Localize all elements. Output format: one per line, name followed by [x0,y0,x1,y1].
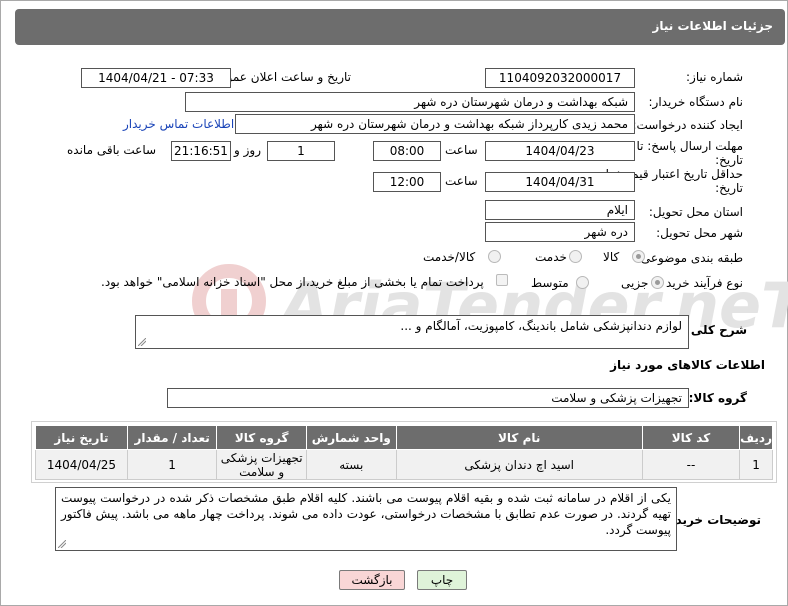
announce-field[interactable]: 1404/04/21 - 07:33 [81,68,231,88]
resize-handle-icon[interactable] [58,540,66,548]
goods-group-field[interactable]: تجهیزات پزشکی و سلامت [167,388,689,408]
cell-unit: بسته [305,449,397,480]
cell-row-number: 1 [739,449,773,480]
days-label: روز و [234,143,261,157]
remaining-label: ساعت باقی مانده [67,143,157,157]
process-radio-medium[interactable] [576,276,589,289]
category-radio-goods[interactable] [632,250,645,263]
creator-field[interactable]: محمد زیدی کارپرداز شبکه بهداشت و درمان ش… [235,114,635,134]
province-label: استان محل تحویل: [648,205,743,219]
summary-text: لوازم دندانپزشکی شامل باندینگ، کامپوزیت،… [400,319,682,333]
resize-handle-icon[interactable] [138,338,146,346]
validity-date-field[interactable]: 1404/04/31 [485,172,635,192]
city-field[interactable]: دره شهر [485,222,635,242]
cell-name: اسید اچ دندان پزشکی [395,449,643,480]
deadline-time-label: ساعت [445,143,478,157]
process-radio-minor[interactable] [651,276,664,289]
payment-note: پرداخت تمام یا بخشی از مبلغ خرید،از محل … [101,275,484,289]
process-label: نوع فرآیند خرید : [658,276,743,290]
items-table: ردیف کد کالا نام کالا واحد شمارش گروه کا… [35,425,773,480]
category-option-goods: کالا [603,250,620,264]
process-option-minor: جزیی [621,276,649,290]
col-header-quantity: تعداد / مقدار [126,425,218,450]
table-header-row: ردیف کد کالا نام کالا واحد شمارش گروه کا… [35,425,773,450]
print-button[interactable]: چاپ [417,570,467,590]
col-header-row-number: ردیف [739,425,773,450]
cell-code: -- [641,449,741,480]
creator-label: ایجاد کننده درخواست: [632,118,743,132]
treasury-payment-checkbox[interactable] [496,274,508,286]
col-header-name: نام کالا [395,425,643,450]
need-number-field[interactable]: 1104092032000017 [485,68,635,88]
days-remaining-field[interactable]: 1 [267,141,335,161]
buyer-notes-text: یکی از اقلام در سامانه ثبت شده و بقیه اق… [61,491,671,537]
cell-quantity: 1 [126,449,218,480]
validity-time-label: ساعت [445,174,478,188]
buyer-org-field[interactable]: شبکه بهداشت و درمان شهرستان دره شهر [185,92,635,112]
page-header: جزئیات اطلاعات نیاز [15,9,785,45]
category-radio-service[interactable] [569,250,582,263]
category-radio-goods-service[interactable] [488,250,501,263]
cell-date: 1404/04/25 [35,449,128,480]
contact-info-link[interactable]: اطلاعات تماس خریدار [123,117,234,131]
need-number-label: شماره نیاز: [686,70,743,84]
category-label: طبقه بندی موضوعی: [636,251,743,265]
category-option-goods-service: کالا/خدمت [423,250,476,264]
deadline-date-field[interactable]: 1404/04/23 [485,141,635,161]
buyer-notes-textarea[interactable]: یکی از اقلام در سامانه ثبت شده و بقیه اق… [55,487,677,551]
col-header-group: گروه کالا [216,425,307,450]
province-field[interactable]: ایلام [485,200,635,220]
col-header-date: تاریخ نیاز [35,425,128,450]
back-button[interactable]: بازگشت [339,570,405,590]
category-option-service: خدمت [535,250,567,264]
process-option-medium: متوسط [531,276,569,290]
cell-group: تجهیزات پزشکی و سلامت [216,449,307,480]
validity-time-field[interactable]: 12:00 [373,172,441,192]
deadline-time-field[interactable]: 08:00 [373,141,441,161]
remaining-time-field[interactable]: 21:16:51 [171,141,231,161]
page-title: جزئیات اطلاعات نیاز [652,19,773,33]
col-header-code: کد کالا [641,425,741,450]
page-frame: جزئیات اطلاعات نیاز AriaTender.neT شماره… [0,0,788,606]
goods-section-title: اطلاعات کالاهای مورد نیاز [610,358,765,372]
summary-textarea[interactable]: لوازم دندانپزشکی شامل باندینگ، کامپوزیت،… [135,315,689,349]
deadline-label: مهلت ارسال پاسخ: تا تاریخ: [636,139,743,167]
col-header-unit: واحد شمارش [305,425,397,450]
table-row[interactable]: 1 -- اسید اچ دندان پزشکی بسته تجهیزات پز… [35,449,773,480]
buyer-org-label: نام دستگاه خریدار: [648,95,744,109]
city-label: شهر محل تحویل: [656,226,743,240]
goods-group-label: گروه کالا: [688,391,747,405]
